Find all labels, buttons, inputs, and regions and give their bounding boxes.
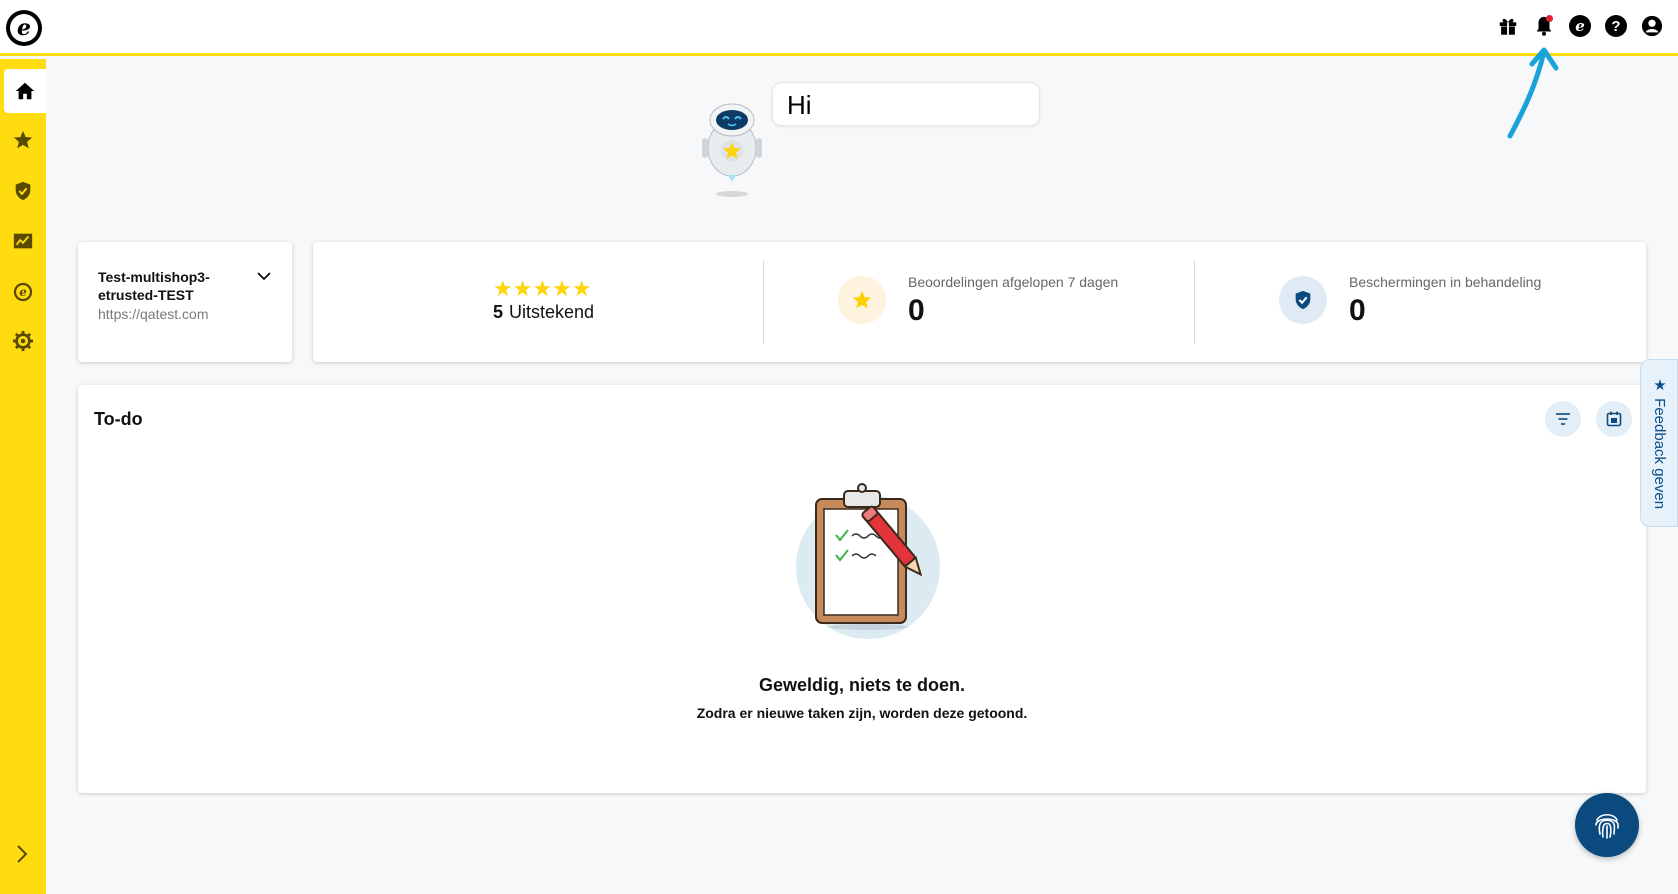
etrusted-glyph: e [1569, 15, 1591, 37]
chevron-down-icon [257, 272, 271, 281]
star-icon [13, 130, 33, 149]
todo-panel: To-do Geweldig, niets te doen. Zodra er … [78, 385, 1646, 793]
help-glyph: ? [1605, 15, 1627, 37]
sidebar: e [0, 59, 46, 894]
rating-summary[interactable]: ★★★★★ 5 Uitstekend [493, 278, 594, 323]
sidebar-item-reviews[interactable] [0, 118, 46, 162]
protections-badge [1279, 276, 1327, 324]
home-icon [15, 82, 35, 100]
feedback-label: ★ Feedback geven [1651, 376, 1668, 510]
fingerprint-icon [1595, 813, 1619, 839]
stats-panel: ★★★★★ 5 Uitstekend Beoordelingen afgelope… [313, 242, 1646, 362]
shield-check-icon [1295, 290, 1311, 310]
gear-icon [12, 330, 34, 352]
reviews-badge [838, 276, 886, 324]
help-icon[interactable]: ? [1604, 14, 1628, 38]
star-icon [852, 290, 872, 309]
top-bar: e e ? [0, 0, 1678, 56]
todo-title: To-do [94, 409, 143, 429]
divider [1194, 260, 1195, 344]
empty-state-title: Geweldig, niets te doen. [758, 675, 966, 695]
annotation-arrow-icon [1507, 47, 1559, 139]
filter-icon [1556, 413, 1570, 425]
calendar-button[interactable] [1596, 401, 1632, 437]
sidebar-item-etrusted[interactable]: e [0, 270, 46, 314]
greeting-bubble: Hi [772, 82, 1040, 126]
rating-line: 5 Uitstekend [493, 302, 594, 323]
sidebar-item-settings[interactable] [0, 319, 46, 363]
empty-state-subtitle: Zodra er nieuwe taken zijn, worden deze … [696, 705, 1028, 721]
shield-check-icon [15, 181, 31, 201]
etrusted-icon: e [13, 282, 33, 302]
reviews-value: 0 [908, 294, 925, 327]
sidebar-item-home[interactable] [4, 69, 46, 113]
account-icon[interactable] [1640, 14, 1664, 38]
chevron-right-icon [17, 845, 28, 863]
header-actions: e ? [1496, 14, 1664, 38]
divider [763, 260, 764, 344]
svg-text:e: e [19, 285, 27, 299]
shop-selector[interactable]: Test-multishop3-etrusted-TEST https://qa… [78, 242, 292, 362]
logo-letter: e [10, 14, 38, 42]
calendar-icon [1606, 411, 1622, 427]
filter-button[interactable] [1545, 401, 1581, 437]
etrusted-logo[interactable]: e [6, 10, 42, 46]
sidebar-item-analytics[interactable] [0, 219, 46, 263]
feedback-tab[interactable]: ★ Feedback geven [1640, 359, 1678, 527]
etrusted-icon[interactable]: e [1568, 14, 1592, 38]
notification-dot [1546, 15, 1553, 22]
protections-label: Beschermingen in behandeling [1349, 274, 1542, 290]
shop-url: https://qatest.com [98, 306, 209, 322]
chart-icon [13, 233, 33, 249]
rating-stars: ★★★★★ [493, 276, 592, 301]
reviews-label: Beoordelingen afgelopen 7 dagen [908, 274, 1119, 290]
gift-icon[interactable] [1496, 14, 1520, 38]
sidebar-item-protection[interactable] [0, 169, 46, 213]
robot-mascot-icon [702, 103, 762, 197]
protections-value: 0 [1349, 294, 1366, 327]
shop-name: Test-multishop3-etrusted-TEST [98, 269, 210, 303]
sidebar-expand-button[interactable] [10, 842, 34, 866]
fingerprint-button[interactable] [1575, 793, 1639, 857]
clipboard-illustration-icon [796, 483, 940, 639]
rating-label: Uitstekend [509, 302, 595, 322]
bell-icon[interactable] [1532, 14, 1556, 38]
rating-value: 5 [493, 302, 504, 322]
